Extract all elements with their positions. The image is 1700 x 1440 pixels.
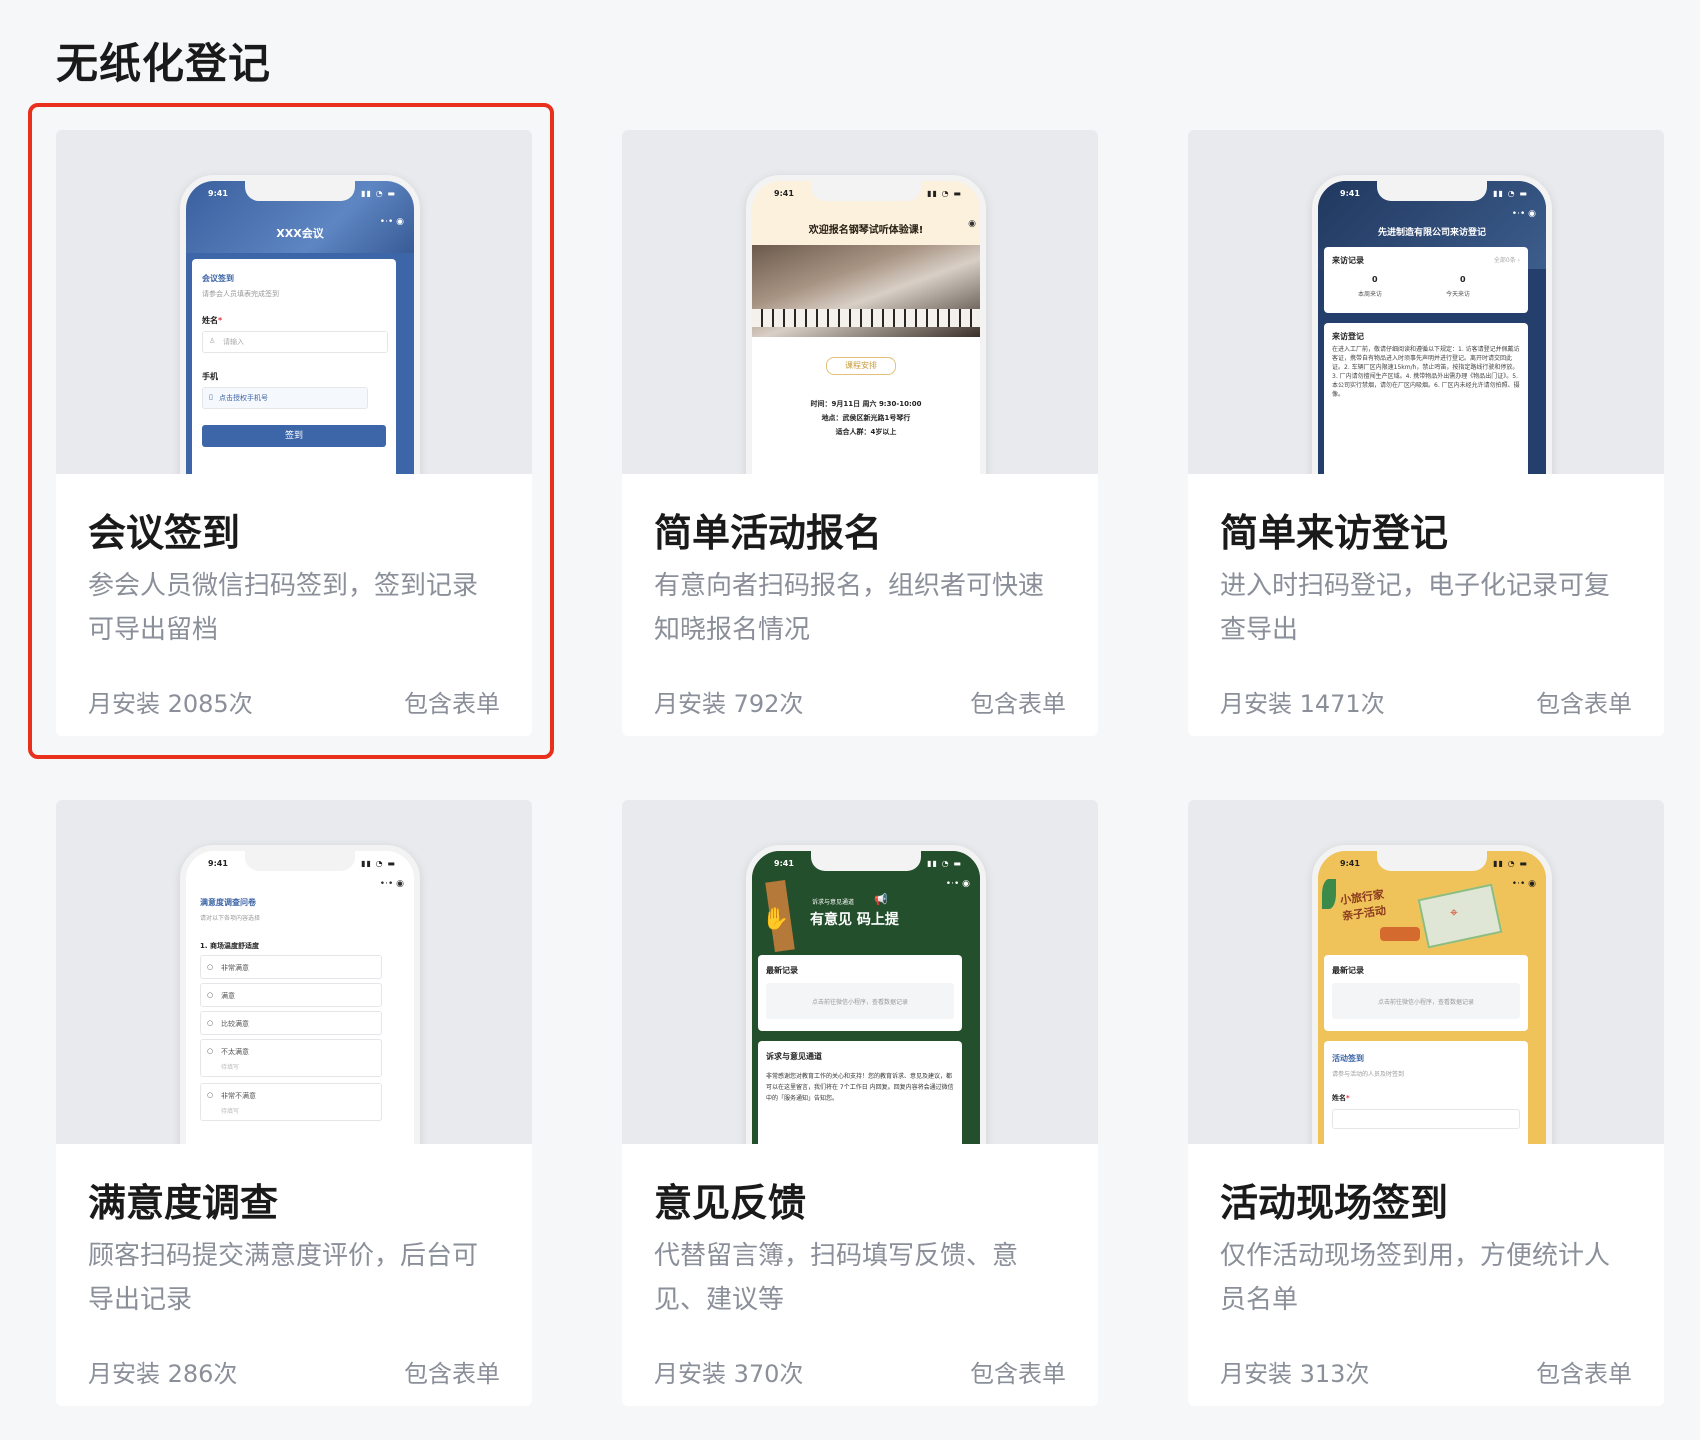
mini-program-capsule-icon: •·• ◉ [364,217,404,231]
template-preview: 9:41 ▮▮ ◔ ▬ XXX会议 •·• ◉ 会议签到 请参会人员填表完成签到… [56,130,532,474]
signal-icon: ▮▮ ◔ ▬ [927,859,962,868]
mini-program-capsule-icon: •·• ◉ [930,879,970,893]
template-card-simple-event-signup[interactable]: 9:41 ▮▮ ◔ ▬ 欢迎报名钢琴试听体验课! ◉ 课程安排 时间：9月11日… [622,130,1098,736]
phone-mockup: 9:41 ▮▮ ◔ ▬ •·• ◉ 小旅行家 亲子活动 ⌖ 最新记录 点击前往微… [1312,845,1552,1144]
monthly-installs: 月安装 370次 [654,1354,803,1389]
card-description: 代替留言簿，扫码填写反馈、意见、建议等 [654,1234,1066,1322]
mini-program-capsule-icon: •·• ◉ [1496,209,1536,223]
monthly-installs: 月安装 1471次 [1220,684,1385,719]
course-badge: 课程安排 [826,357,896,375]
mini-program-capsule-icon: •·• ◉ [364,879,404,893]
template-preview: 9:41 ▮▮ ◔ ▬ 先进制造有限公司来访登记 •·• ◉ 来访记录 全部0条… [1188,130,1664,474]
template-preview: 9:41 ▮▮ ◔ ▬ •·• ◉ 满意度调查问卷 请对以下各项内容选择 1. … [56,800,532,1144]
template-card-event-onsite-checkin[interactable]: 9:41 ▮▮ ◔ ▬ •·• ◉ 小旅行家 亲子活动 ⌖ 最新记录 点击前往微… [1188,800,1664,1406]
template-card-feedback[interactable]: 9:41 ▮▮ ◔ ▬ •·• ◉ ✋ 诉求与意见通道 有意见 码上提 📢 最新… [622,800,1098,1406]
monthly-installs: 月安装 286次 [88,1354,237,1389]
form-tag: 包含表单 [1536,684,1632,719]
map-pin-icon: ⌖ [1450,905,1458,921]
form-tag: 包含表单 [1536,1354,1632,1389]
signal-icon: ▮▮ ◔ ▬ [361,859,396,868]
form-tag: 包含表单 [970,684,1066,719]
card-title: 简单来访登记 [1220,502,1448,557]
phone-icon: ▯ [209,393,213,401]
card-title: 满意度调查 [88,1172,278,1227]
signal-icon: ▮▮ ◔ ▬ [1493,859,1528,868]
card-title: 意见反馈 [654,1172,806,1227]
template-card-satisfaction-survey[interactable]: 9:41 ▮▮ ◔ ▬ •·• ◉ 满意度调查问卷 请对以下各项内容选择 1. … [56,800,532,1406]
phone-mockup: 9:41 ▮▮ ◔ ▬ XXX会议 •·• ◉ 会议签到 请参会人员填表完成签到… [180,175,420,474]
card-description: 进入时扫码登记，电子化记录可复查导出 [1220,564,1632,652]
phone-mockup: 9:41 ▮▮ ◔ ▬ •·• ◉ ✋ 诉求与意见通道 有意见 码上提 📢 最新… [746,845,986,1144]
megaphone-icon: 📢 [874,893,888,906]
monthly-installs: 月安装 2085次 [88,684,253,719]
section-title: 无纸化登记 [56,30,271,91]
phone-in-hand-icon: ✋ [762,907,789,932]
card-title: 简单活动报名 [654,502,882,557]
card-description: 参会人员微信扫码签到，签到记录可导出留档 [88,564,500,652]
card-title: 活动现场签到 [1220,1172,1448,1227]
card-title: 会议签到 [88,502,240,557]
template-preview: 9:41 ▮▮ ◔ ▬ •·• ◉ 小旅行家 亲子活动 ⌖ 最新记录 点击前往微… [1188,800,1664,1144]
mini-program-capsule-icon: •·• ◉ [1496,879,1536,893]
user-icon: ♙ [209,337,215,345]
signal-icon: ▮▮ ◔ ▬ [361,189,396,198]
phone-mockup: 9:41 ▮▮ ◔ ▬ •·• ◉ 满意度调查问卷 请对以下各项内容选择 1. … [180,845,420,1144]
signal-icon: ▮▮ ◔ ▬ [927,189,962,198]
form-tag: 包含表单 [404,1354,500,1389]
form-tag: 包含表单 [404,684,500,719]
signal-icon: ▮▮ ◔ ▬ [1493,189,1528,198]
monthly-installs: 月安装 313次 [1220,1354,1369,1389]
piano-photo [752,245,980,337]
card-description: 仅作活动现场签到用，方便统计人员名单 [1220,1234,1632,1322]
phone-mockup: 9:41 ▮▮ ◔ ▬ 先进制造有限公司来访登记 •·• ◉ 来访记录 全部0条… [1312,175,1552,474]
form-tag: 包含表单 [970,1354,1066,1389]
template-preview: 9:41 ▮▮ ◔ ▬ 欢迎报名钢琴试听体验课! ◉ 课程安排 时间：9月11日… [622,130,1098,474]
monthly-installs: 月安装 792次 [654,684,803,719]
phone-mockup: 9:41 ▮▮ ◔ ▬ 欢迎报名钢琴试听体验课! ◉ 课程安排 时间：9月11日… [746,175,986,474]
template-preview: 9:41 ▮▮ ◔ ▬ •·• ◉ ✋ 诉求与意见通道 有意见 码上提 📢 最新… [622,800,1098,1144]
template-card-visitor-registration[interactable]: 9:41 ▮▮ ◔ ▬ 先进制造有限公司来访登记 •·• ◉ 来访记录 全部0条… [1188,130,1664,736]
card-description: 顾客扫码提交满意度评价，后台可导出记录 [88,1234,500,1322]
template-card-meeting-checkin[interactable]: 9:41 ▮▮ ◔ ▬ XXX会议 •·• ◉ 会议签到 请参会人员填表完成签到… [56,130,532,736]
card-description: 有意向者扫码报名，组织者可快速知晓报名情况 [654,564,1066,652]
mini-program-capsule-icon: ◉ [956,219,976,233]
